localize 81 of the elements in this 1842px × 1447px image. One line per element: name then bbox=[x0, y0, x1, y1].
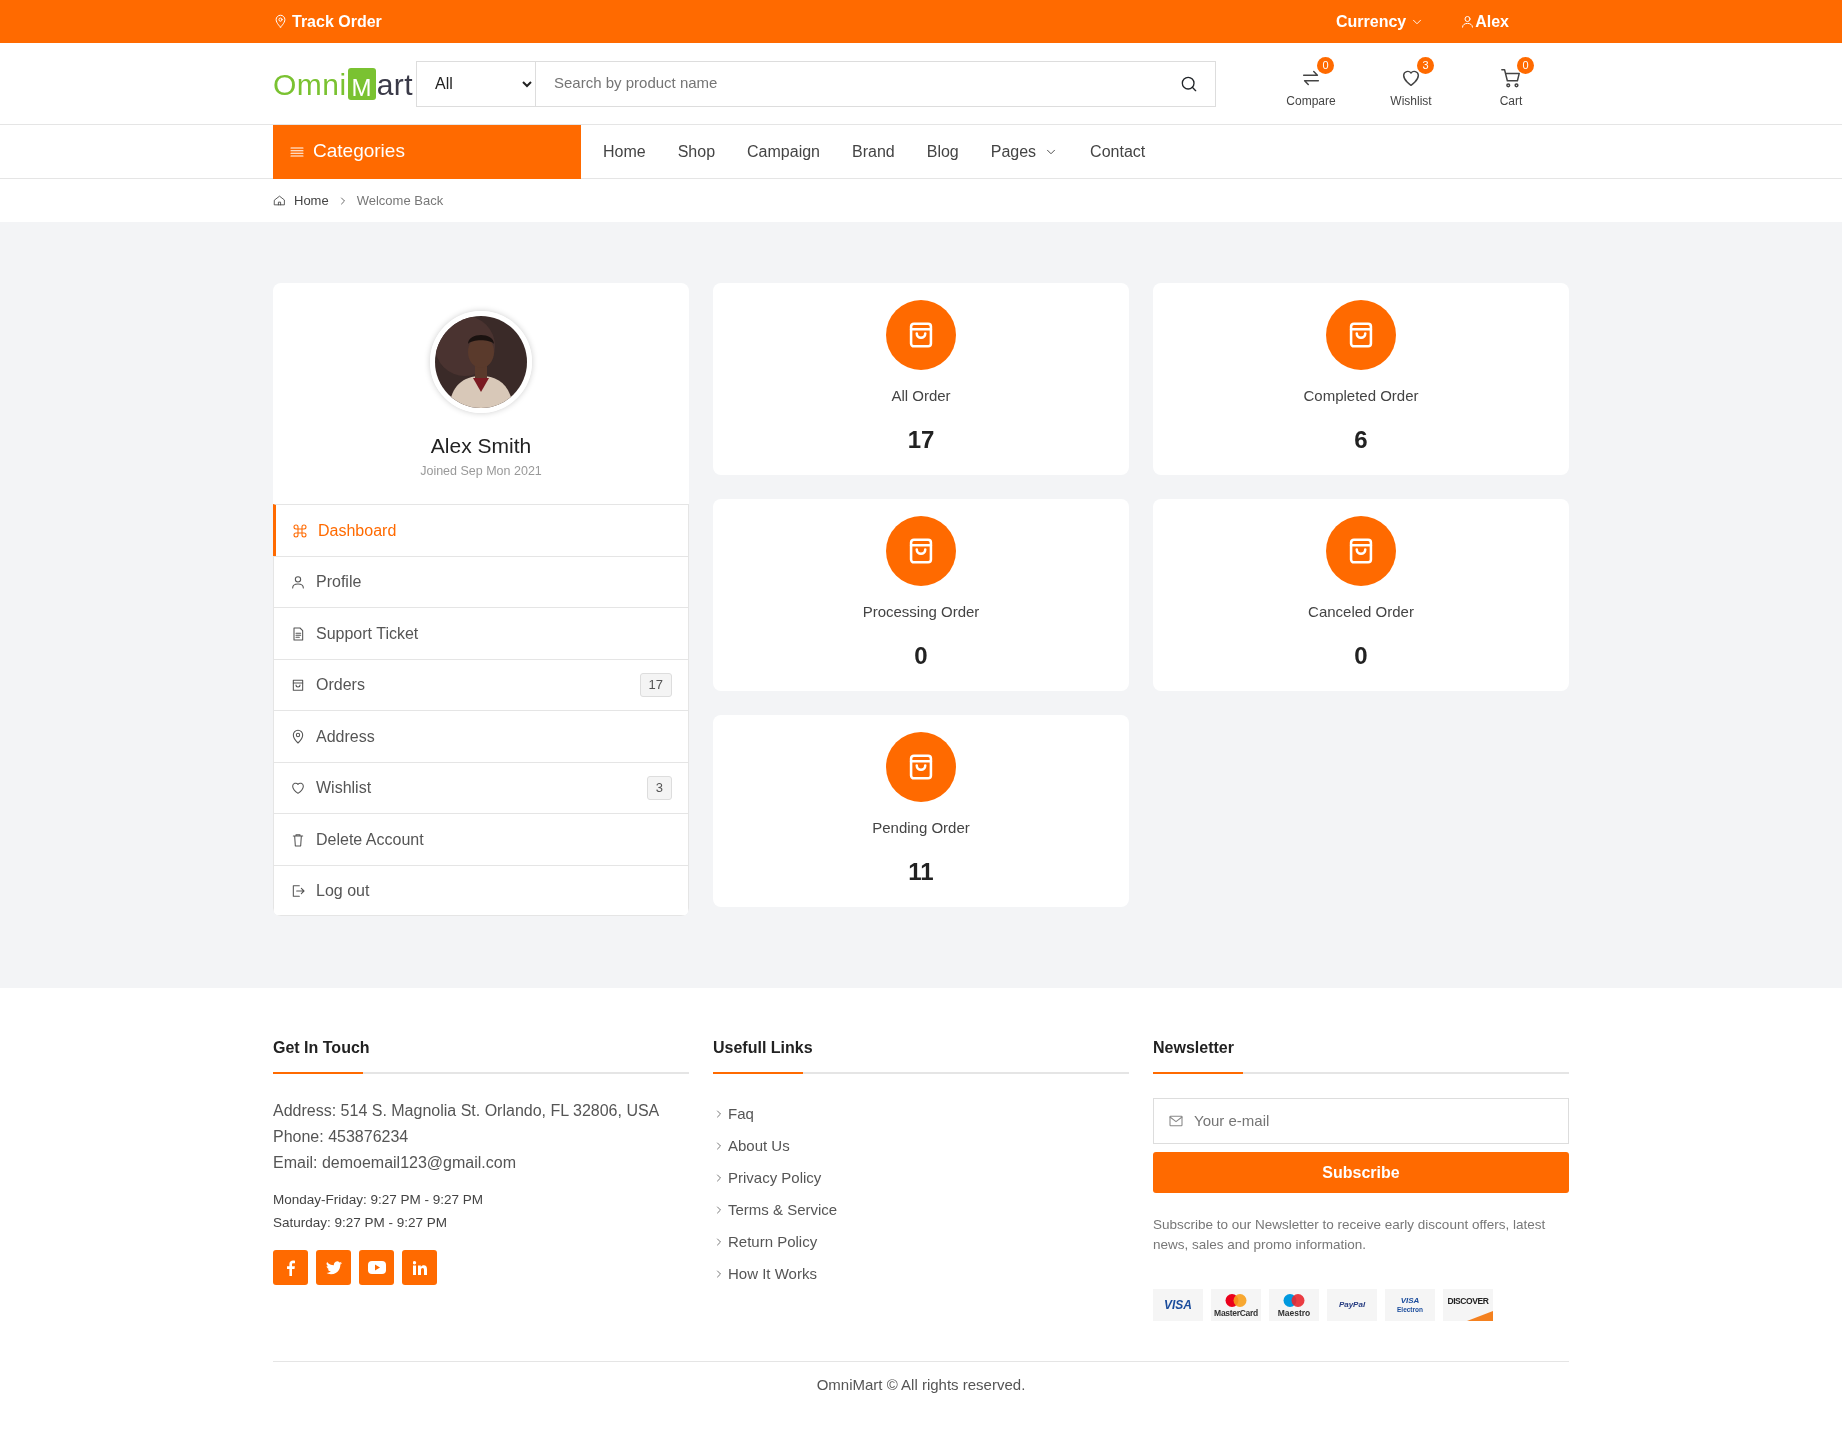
stat-label: Canceled Order bbox=[1307, 602, 1415, 622]
payment-logo: DISCOVER bbox=[1443, 1289, 1493, 1322]
count-badge: 17 bbox=[639, 673, 672, 697]
facebook-button[interactable] bbox=[273, 1250, 308, 1286]
footer-link[interactable]: Return Policy bbox=[713, 1226, 818, 1259]
category-select[interactable]: All bbox=[416, 60, 536, 107]
stat-label: Processing Order bbox=[861, 602, 981, 622]
stat-label: Pending Order bbox=[871, 818, 971, 838]
payment-logo: VISA bbox=[1153, 1289, 1203, 1322]
count-badge: 0 bbox=[1517, 57, 1534, 74]
stat-value: 6 bbox=[1353, 424, 1369, 455]
nav-link[interactable]: Campaign bbox=[747, 139, 820, 164]
footer-heading: Get In Touch bbox=[273, 1036, 689, 1075]
payment-logo: PayPal bbox=[1327, 1289, 1377, 1322]
nav-link[interactable]: Contact bbox=[1090, 139, 1146, 164]
payment-logo: Maestro bbox=[1269, 1289, 1319, 1322]
home-icon bbox=[273, 194, 286, 207]
logo[interactable]: Omni M art bbox=[273, 67, 414, 100]
document-icon bbox=[290, 625, 306, 642]
stat-value: 0 bbox=[913, 640, 929, 671]
sidebar-item[interactable]: Profile bbox=[273, 555, 689, 608]
user-name: Alex Smith bbox=[429, 433, 533, 459]
command-icon bbox=[292, 522, 308, 539]
circles-icon bbox=[1283, 1293, 1305, 1307]
email-field[interactable]: Your e-mail bbox=[1153, 1098, 1569, 1145]
sidebar-item[interactable]: Address bbox=[273, 710, 689, 762]
nav-link[interactable]: Pages bbox=[990, 139, 1059, 164]
footer-link[interactable]: Terms & Service bbox=[713, 1194, 838, 1227]
logout-icon bbox=[290, 882, 306, 899]
circles-icon bbox=[1225, 1293, 1247, 1307]
bag-icon bbox=[290, 677, 306, 693]
linkedin-button[interactable] bbox=[402, 1250, 437, 1286]
stat-label: All Order bbox=[890, 386, 952, 406]
stat-value: 0 bbox=[1353, 640, 1369, 671]
footer-heading: Usefull Links bbox=[713, 1036, 1129, 1075]
sidebar-item[interactable]: Log out bbox=[273, 864, 689, 917]
footer-link[interactable]: How It Works bbox=[713, 1258, 817, 1291]
breadcrumb-link[interactable]: Home bbox=[294, 190, 329, 211]
header-action[interactable]: 0 Cart bbox=[1461, 57, 1561, 110]
breadcrumb-current: Welcome Back bbox=[356, 191, 444, 210]
footer-link[interactable]: About Us bbox=[713, 1130, 790, 1163]
youtube-button[interactable] bbox=[359, 1250, 394, 1286]
sidebar-item[interactable]: Delete Account bbox=[273, 813, 689, 865]
hours-line: Monday-Friday: 9:27 PM - 9:27 PM bbox=[273, 1191, 485, 1210]
nav-link[interactable]: Shop bbox=[677, 139, 716, 164]
linkedin-icon bbox=[412, 1260, 427, 1275]
cart-icon bbox=[1500, 67, 1522, 89]
joined-date: Joined Sep Mon 2021 bbox=[419, 462, 543, 480]
nav-link[interactable]: Home bbox=[603, 139, 646, 164]
footer-heading: Newsletter bbox=[1153, 1036, 1569, 1075]
user-icon bbox=[290, 574, 306, 590]
twitter-icon bbox=[325, 1260, 342, 1275]
location-pin-icon bbox=[290, 728, 306, 745]
sidebar-item[interactable]: Orders 17 bbox=[273, 658, 689, 711]
stat-label: Completed Order bbox=[1302, 386, 1420, 406]
count-badge: 3 bbox=[646, 776, 672, 800]
stat-value: 11 bbox=[907, 856, 935, 887]
stat-value: 17 bbox=[906, 424, 936, 455]
header-action[interactable]: 3 Wishlist bbox=[1361, 57, 1461, 110]
heart-icon bbox=[290, 780, 306, 796]
footer-link[interactable]: Privacy Policy bbox=[713, 1162, 822, 1195]
count-badge: 0 bbox=[1317, 57, 1334, 74]
contact-line: Address: 514 S. Magnolia St. Orlando, FL 32806, USA bbox=[273, 1101, 661, 1122]
copyright-text: OmniMart © All rights reserved. bbox=[273, 1361, 1569, 1397]
nav-link[interactable]: Blog bbox=[926, 139, 959, 164]
header-action[interactable]: 0 Compare bbox=[1261, 57, 1361, 110]
sidebar-item[interactable]: Support Ticket bbox=[273, 607, 689, 659]
nav-link[interactable]: Brand bbox=[852, 139, 895, 164]
twitter-button[interactable] bbox=[316, 1250, 351, 1286]
contact-line: Email: demoemail123@gmail.com bbox=[273, 1153, 517, 1174]
payment-logo: MasterCard bbox=[1211, 1289, 1261, 1322]
footer-link[interactable]: Faq bbox=[713, 1098, 754, 1131]
trash-icon bbox=[290, 831, 306, 848]
sidebar-item[interactable]: Wishlist 3 bbox=[273, 761, 689, 814]
newsletter-note: Subscribe to our Newsletter to receive early discount offers, latest news, sales and promo information. bbox=[1153, 1216, 1547, 1255]
play-icon bbox=[367, 1261, 386, 1275]
count-badge: 3 bbox=[1417, 57, 1434, 74]
location-pin-icon bbox=[273, 14, 288, 29]
contact-line: Phone: 453876234 bbox=[273, 1127, 410, 1148]
user-icon bbox=[1460, 14, 1476, 29]
hours-line: Saturday: 9:27 PM - 9:27 PM bbox=[273, 1214, 449, 1233]
